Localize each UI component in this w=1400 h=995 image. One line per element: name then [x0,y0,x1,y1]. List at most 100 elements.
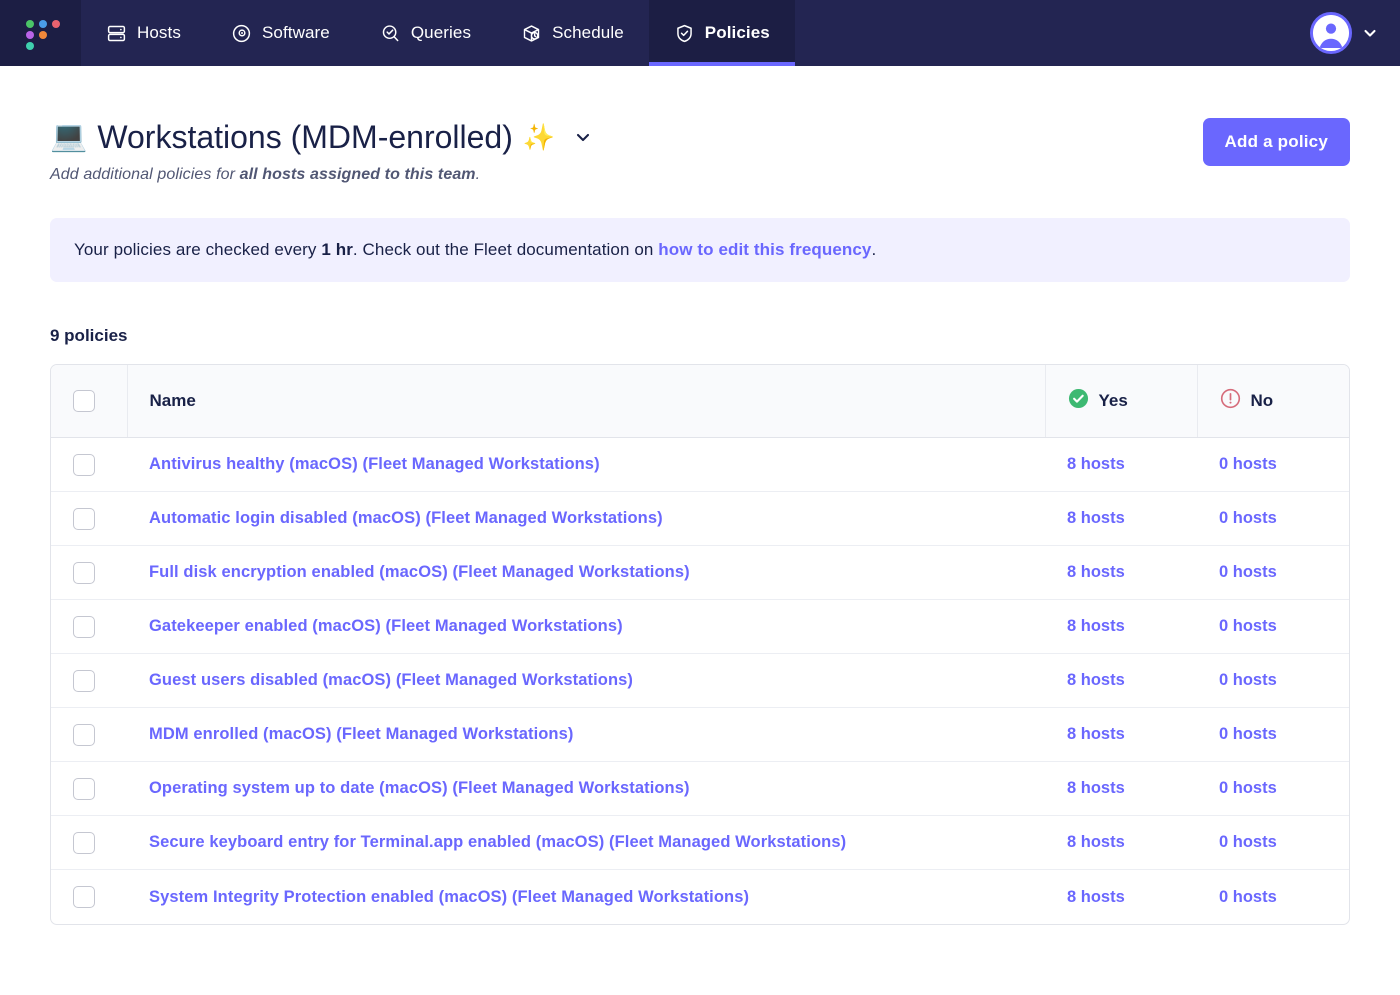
yes-hosts-link[interactable]: 8 hosts [1067,617,1125,635]
table-row: Automatic login disabled (macOS) (Fleet … [51,491,1349,547]
no-hosts-link[interactable]: 0 hosts [1219,455,1277,473]
yes-header[interactable]: Yes [1044,365,1197,439]
policies-table: Name Yes No Antivirus healthy (macOS) (F… [51,365,1349,924]
policy-name-cell: Secure keyboard entry for Terminal.app e… [127,815,1045,871]
row-checkbox[interactable] [73,669,95,692]
policy-name-cell: Antivirus healthy (macOS) (Fleet Managed… [127,437,1045,493]
table-row: Full disk encryption enabled (macOS) (Fl… [51,545,1349,601]
policy-name-cell: Operating system up to date (macOS) (Fle… [127,761,1045,817]
select-all-checkbox[interactable] [73,390,95,413]
server-icon [106,23,127,44]
row-checkbox[interactable] [73,561,95,584]
policy-name-link[interactable]: Gatekeeper enabled (macOS) (Fleet Manage… [149,617,623,635]
user-avatar[interactable] [1310,12,1352,54]
policy-name-link[interactable]: Full disk encryption enabled (macOS) (Fl… [149,563,690,581]
yes-hosts-link[interactable]: 8 hosts [1067,779,1125,797]
row-checkbox[interactable] [73,777,95,800]
no-hosts-link[interactable]: 0 hosts [1219,725,1277,743]
edit-frequency-link[interactable]: how to edit this frequency [658,240,871,259]
no-hosts-link[interactable]: 0 hosts [1219,888,1277,906]
table-row: Secure keyboard entry for Terminal.app e… [51,815,1349,871]
table-header-row: Name Yes No [51,365,1349,439]
policy-name-link[interactable]: Automatic login disabled (macOS) (Fleet … [149,509,663,527]
add-policy-button[interactable]: Add a policy [1202,118,1350,166]
team-dropdown-chevron-down-icon[interactable] [573,127,593,147]
no-hosts-link[interactable]: 0 hosts [1219,671,1277,689]
nav-item-hosts[interactable]: Hosts [81,0,206,66]
row-checkbox[interactable] [73,507,95,530]
policies-table-body: Antivirus healthy (macOS) (Fleet Managed… [51,437,1349,924]
policy-name-cell: Guest users disabled (macOS) (Fleet Mana… [127,653,1045,709]
nav-item-label: Hosts [137,23,181,42]
no-count-cell: 0 hosts [1197,870,1349,924]
row-select-cell [51,545,127,601]
no-hosts-link[interactable]: 0 hosts [1219,617,1277,635]
no-count-cell: 0 hosts [1197,545,1349,601]
nav-item-schedule[interactable]: Schedule [496,0,649,66]
policy-name-cell: System Integrity Protection enabled (mac… [127,870,1045,924]
row-checkbox[interactable] [73,615,95,638]
yes-hosts-link[interactable]: 8 hosts [1067,671,1125,689]
yes-count-cell: 8 hosts [1045,707,1197,763]
name-header-label: Name [149,391,196,411]
page-subtitle: Add additional policies for all hosts as… [50,166,593,184]
yes-hosts-link[interactable]: 8 hosts [1067,833,1125,851]
row-select-cell [51,815,127,871]
name-header[interactable]: Name [127,365,1045,439]
yes-count-cell: 8 hosts [1045,437,1197,493]
row-checkbox[interactable] [73,453,95,476]
nav-item-label: Software [261,23,330,42]
policy-name-link[interactable]: Guest users disabled (macOS) (Fleet Mana… [149,671,633,689]
no-count-cell: 0 hosts [1197,653,1349,709]
no-hosts-link[interactable]: 0 hosts [1219,833,1277,851]
nav-item-policies[interactable]: Policies [648,0,795,66]
policy-name-link[interactable]: Antivirus healthy (macOS) (Fleet Managed… [149,455,600,473]
yes-hosts-link[interactable]: 8 hosts [1067,509,1125,527]
table-row: MDM enrolled (macOS) (Fleet Managed Work… [51,707,1349,763]
banner-text-after: . [871,240,877,260]
policy-name-cell: MDM enrolled (macOS) (Fleet Managed Work… [127,707,1045,763]
table-row: Gatekeeper enabled (macOS) (Fleet Manage… [51,599,1349,655]
table-row: System Integrity Protection enabled (mac… [51,870,1349,924]
no-count-cell: 0 hosts [1197,707,1349,763]
no-count-cell: 0 hosts [1197,437,1349,493]
table-row: Operating system up to date (macOS) (Fle… [51,761,1349,817]
yes-hosts-link[interactable]: 8 hosts [1067,563,1125,581]
nav-item-software[interactable]: Software [206,0,355,66]
yes-hosts-link[interactable]: 8 hosts [1067,455,1125,473]
alert-circle-icon [1220,388,1241,414]
yes-count-cell: 8 hosts [1045,870,1197,924]
policy-name-link[interactable]: Operating system up to date (macOS) (Fle… [149,779,690,797]
chevron-down-icon[interactable] [1362,25,1378,41]
no-header[interactable]: No [1196,365,1349,439]
row-checkbox[interactable] [73,886,95,909]
banner-frequency: 1 hr [321,240,353,260]
yes-hosts-link[interactable]: 8 hosts [1067,888,1125,906]
fleet-logo[interactable] [0,0,81,66]
row-checkbox[interactable] [73,723,95,746]
nav-item-queries[interactable]: Queries [355,0,496,66]
no-header-label: No [1250,391,1274,411]
page-title-text: Workstations (MDM-enrolled) [97,119,513,155]
title-row: 💻 Workstations (MDM-enrolled) ✨ Add addi… [50,66,1350,184]
yes-hosts-link[interactable]: 8 hosts [1067,725,1125,743]
policy-name-cell: Gatekeeper enabled (macOS) (Fleet Manage… [127,599,1045,655]
policy-name-link[interactable]: System Integrity Protection enabled (mac… [149,888,749,906]
no-hosts-link[interactable]: 0 hosts [1219,563,1277,581]
nav-item-label: Policies [704,23,770,42]
row-select-cell [51,491,127,547]
policy-name-link[interactable]: MDM enrolled (macOS) (Fleet Managed Work… [149,725,573,743]
yes-count-cell: 8 hosts [1045,761,1197,817]
policy-name-cell: Full disk encryption enabled (macOS) (Fl… [127,545,1045,601]
nav-user-menu[interactable] [1310,0,1400,66]
page-subtitle-bold: all hosts assigned to this team [239,166,476,184]
no-count-cell: 0 hosts [1197,761,1349,817]
no-hosts-link[interactable]: 0 hosts [1219,779,1277,797]
row-checkbox[interactable] [73,831,95,854]
row-select-cell [51,707,127,763]
disc-icon [231,23,252,44]
row-select-cell [51,437,127,493]
no-hosts-link[interactable]: 0 hosts [1219,509,1277,527]
policy-name-link[interactable]: Secure keyboard entry for Terminal.app e… [149,833,846,851]
box-clock-icon [521,23,542,44]
